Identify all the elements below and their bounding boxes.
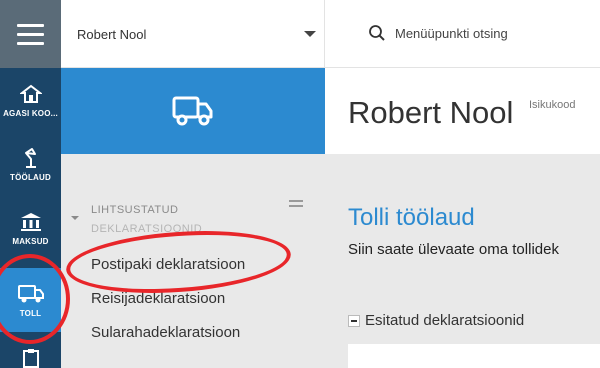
rail-item-toolaud[interactable]: TÖÖLAUD	[0, 132, 61, 196]
bank-icon	[20, 210, 42, 234]
section-heading: LIHTSUSTATUD DEKLARATSIOONID	[91, 201, 291, 239]
sidebar-banner	[61, 68, 325, 154]
truck-icon	[17, 282, 45, 306]
page-subtitle: Siin saate ülevaate oma tollidek	[348, 241, 559, 258]
chevron-down-icon[interactable]	[304, 31, 316, 37]
section-heading-line2: DEKLARATSIOONID	[91, 223, 203, 235]
hamburger-icon	[17, 23, 44, 45]
id-code-label: Isikukood	[529, 99, 576, 111]
main-content: Tolli töölaud Siin saate ülevaate oma to…	[325, 154, 600, 368]
hamburger-menu-button[interactable]	[0, 0, 61, 68]
main-header: Robert Nool Isikukood	[325, 68, 600, 154]
rail-item-label: AGASI KOO...	[3, 109, 58, 118]
rail-item-maksud[interactable]: MAKSUD	[0, 196, 61, 260]
declarations-card	[348, 344, 600, 368]
sidebar-panel: LIHTSUSTATUD DEKLARATSIOONID Postipaki d…	[61, 154, 325, 368]
rail-item-more[interactable]	[0, 340, 61, 368]
page-title: Tolli töölaud	[348, 204, 475, 231]
rail-item-label: MAKSUD	[12, 237, 49, 246]
rail-item-home[interactable]: AGASI KOO...	[0, 68, 61, 132]
rail-item-label: TÖÖLAUD	[10, 173, 51, 182]
menu-search-label: Menüüpunkti otsing	[395, 25, 508, 41]
menu-search[interactable]: Menüüpunkti otsing	[368, 24, 508, 42]
page-user-name: Robert Nool	[348, 95, 514, 130]
sidebar-link-reisija[interactable]: Reisijadeklaratsioon	[91, 290, 225, 307]
truck-icon	[172, 96, 213, 126]
collapse-icon[interactable]	[289, 200, 303, 210]
sidebar-link-sularaha[interactable]: Sularahadeklaratsioon	[91, 324, 240, 341]
sidebar-link-postipaki[interactable]: Postipaki deklaratsioon	[91, 256, 245, 273]
house-icon	[19, 82, 42, 106]
submitted-declarations-toggle[interactable]: Esitatud deklaratsioonid	[348, 312, 524, 329]
clipboard-icon	[22, 348, 39, 368]
user-selector-name: Robert Nool	[77, 26, 147, 42]
section-heading-line1: LIHTSUSTATUD	[91, 204, 179, 216]
user-selector[interactable]: Robert Nool	[61, 0, 325, 68]
desk-lamp-icon	[20, 146, 42, 170]
rail-item-label: TOLL	[19, 309, 42, 318]
rail-item-toll[interactable]: TOLL	[0, 268, 61, 332]
minus-icon	[348, 314, 360, 327]
chevron-down-icon[interactable]	[71, 216, 79, 220]
subsection-title: Esitatud deklaratsioonid	[365, 312, 525, 329]
search-icon	[369, 25, 385, 41]
